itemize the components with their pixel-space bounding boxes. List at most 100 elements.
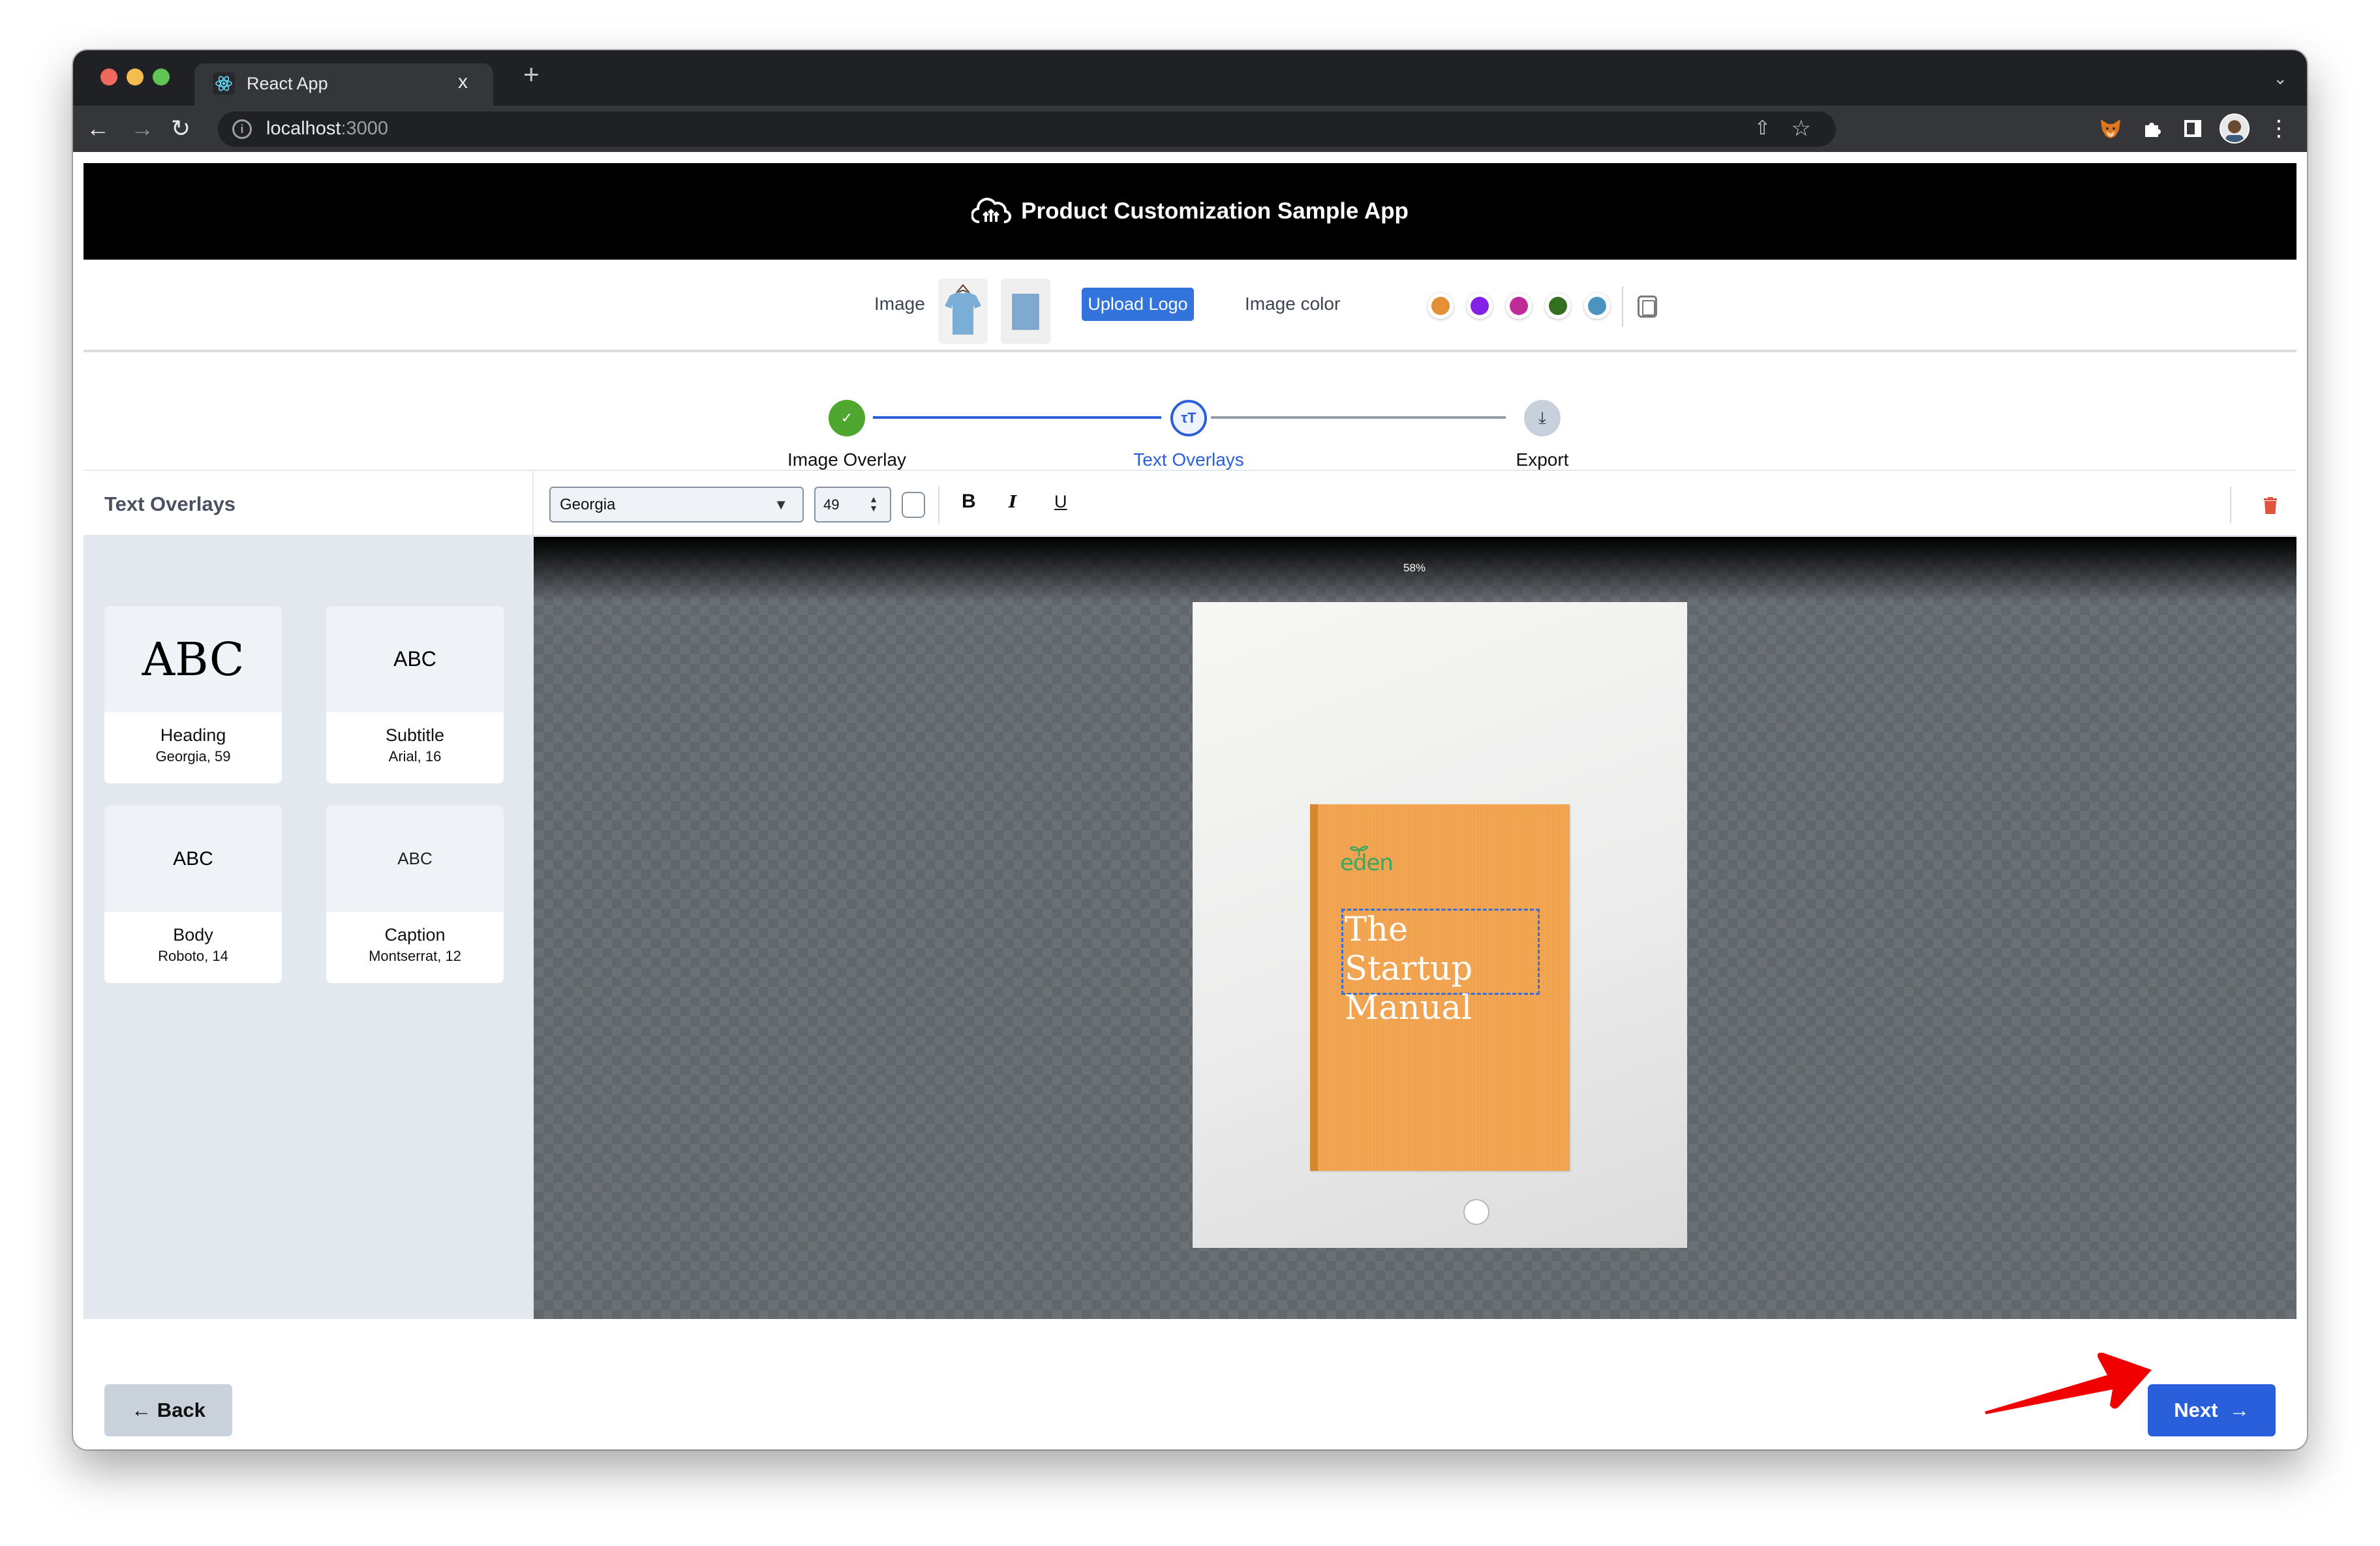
image-thumb-tshirt[interactable]: [938, 279, 988, 344]
url-input[interactable]: i localhost:3000 ⇧ ☆: [218, 112, 1836, 147]
url-text: localhost:3000: [266, 118, 388, 140]
preset-card-body[interactable]: ABC Body Roboto, 14: [104, 806, 282, 983]
step-label-image-overlay[interactable]: Image Overlay: [787, 449, 906, 470]
step-text-overlays-text-icon[interactable]: τT: [1170, 400, 1207, 436]
preset-meta: Roboto, 14: [158, 948, 228, 964]
swatch-fill: [1588, 297, 1606, 315]
toolbar-divider: [938, 487, 939, 523]
stepper-arrows-icon[interactable]: ▲ ▼: [869, 494, 878, 513]
eden-logo-text: eden: [1340, 850, 1394, 876]
text-toolbar: Georgia ▼ 49 ▲ ▼ B I U: [534, 471, 2296, 537]
bold-button[interactable]: B: [962, 491, 976, 513]
back-arrow-icon[interactable]: ←: [86, 114, 110, 144]
browser-menu-icon[interactable]: ⋮: [2264, 114, 2294, 144]
browser-window: React App x + ⌄ ← → ↻ i localhost:3000 ⇧…: [73, 50, 2307, 1449]
step-image-overlay-check-icon[interactable]: ✓: [829, 400, 865, 436]
options-divider: [1622, 286, 1623, 327]
back-button[interactable]: ← Back: [104, 1384, 232, 1436]
left-panel-title: Text Overlays: [104, 493, 236, 515]
arrow-right-icon: →: [2218, 1399, 2250, 1421]
extensions-puzzle-icon[interactable]: [2137, 114, 2167, 144]
font-family-value: Georgia: [560, 496, 616, 513]
url-host: localhost: [266, 118, 341, 139]
annotation-arrow-icon: [1985, 1352, 2152, 1414]
swatch-fill: [1549, 297, 1567, 315]
color-swatch-purple[interactable]: [1467, 293, 1493, 319]
text-color-picker[interactable]: [902, 492, 925, 518]
address-bar: ← → ↻ i localhost:3000 ⇧ ☆ ⋮: [73, 106, 2307, 152]
preset-card-subtitle[interactable]: ABC Subtitle Arial, 16: [326, 606, 504, 783]
preset-name: Body: [173, 925, 213, 945]
color-swatch-magenta[interactable]: [1506, 293, 1532, 319]
left-panel-header: Text Overlays: [84, 471, 534, 537]
share-icon[interactable]: ⇧: [1754, 117, 1771, 140]
step-label-text-overlays[interactable]: Text Overlays: [1133, 449, 1244, 470]
close-window-button[interactable]: [100, 68, 117, 85]
options-bar: Image Logo Upload Logo Image color: [84, 260, 2296, 352]
step-export-download-icon[interactable]: ⤓: [1524, 400, 1561, 436]
chevron-down-icon: ▼: [774, 496, 788, 513]
url-port: :3000: [341, 118, 389, 139]
browser-tab[interactable]: React App x: [194, 63, 493, 106]
image-label: Image: [874, 294, 925, 314]
forward-arrow-icon[interactable]: →: [130, 114, 154, 144]
swatch-fill: [1510, 297, 1528, 315]
next-button-label: Next: [2174, 1399, 2218, 1421]
step-connector-complete: [873, 416, 1161, 419]
app-page: Product Customization Sample App Image L…: [84, 163, 2296, 1449]
minimize-window-button[interactable]: [127, 68, 144, 85]
preset-name: Heading: [160, 725, 226, 745]
preset-card-caption[interactable]: ABC Caption Montserrat, 12: [326, 806, 504, 983]
tab-bar: React App x + ⌄: [73, 50, 2307, 106]
next-button[interactable]: Next →: [2148, 1384, 2276, 1436]
tab-search-chevron-icon[interactable]: ⌄: [2273, 68, 2287, 89]
preset-sample: ABC: [326, 606, 504, 712]
image-thumb-book[interactable]: [1001, 279, 1050, 344]
design-canvas[interactable]: 58% eden The Startup Manual: [534, 537, 2296, 1319]
bookmark-star-icon[interactable]: ☆: [1792, 115, 1811, 142]
color-swatch-orange[interactable]: [1427, 293, 1454, 319]
cloud-logo-icon: [971, 196, 1012, 228]
preset-sample: ABC: [326, 806, 504, 912]
font-family-select[interactable]: Georgia ▼: [549, 487, 804, 523]
swatch-fill: [1471, 297, 1489, 315]
stepper: ✓ τT ⤓ Image Overlay Text Overlays Expor…: [84, 352, 2296, 471]
color-swatch-green[interactable]: [1545, 293, 1571, 319]
maximize-window-button[interactable]: [153, 68, 170, 85]
selected-text-overlay[interactable]: The Startup Manual: [1341, 909, 1540, 1027]
underline-button[interactable]: U: [1054, 492, 1067, 512]
rotate-handle[interactable]: [1463, 1199, 1489, 1225]
step-label-export[interactable]: Export: [1516, 449, 1569, 470]
image-color-label: Image color: [1245, 294, 1341, 314]
swatch-fill: [1431, 297, 1450, 315]
italic-button[interactable]: I: [1009, 493, 1016, 512]
profile-avatar[interactable]: [2220, 114, 2250, 144]
step-connector-pending: [1211, 416, 1506, 419]
upload-logo-button[interactable]: Upload Logo: [1082, 288, 1194, 321]
reload-icon[interactable]: ↻: [171, 114, 191, 144]
site-info-icon[interactable]: i: [232, 119, 252, 139]
metamask-fox-icon[interactable]: [2096, 114, 2126, 144]
app-title: Product Customization Sample App: [1021, 198, 1409, 224]
preset-panel: ABC Heading Georgia, 59 ABC Subtitle Ari…: [84, 537, 534, 1319]
frame-toggle-icon[interactable]: [1638, 296, 1657, 318]
arrow-left-icon: ←: [131, 1399, 157, 1421]
back-button-label: Back: [157, 1399, 206, 1421]
artboard[interactable]: eden The Startup Manual: [1193, 602, 1687, 1248]
preset-card-heading[interactable]: ABC Heading Georgia, 59: [104, 606, 282, 783]
color-swatch-blue[interactable]: [1584, 293, 1610, 319]
delete-trash-icon[interactable]: [2264, 497, 2277, 514]
tab-title: React App: [247, 74, 328, 93]
toolbar-divider-right: [2230, 487, 2231, 523]
zoom-level: 58%: [1403, 562, 1426, 574]
preset-meta: Arial, 16: [388, 748, 442, 765]
tab-close-icon[interactable]: x: [458, 71, 468, 93]
new-tab-button[interactable]: +: [523, 61, 540, 88]
react-icon: [213, 72, 235, 95]
preset-meta: Montserrat, 12: [369, 948, 461, 964]
preset-meta: Georgia, 59: [155, 748, 231, 765]
preset-name: Caption: [384, 925, 446, 945]
side-panel-icon[interactable]: [2178, 114, 2208, 144]
app-header: Product Customization Sample App: [84, 163, 2296, 260]
font-size-input[interactable]: 49 ▲ ▼: [814, 487, 891, 523]
